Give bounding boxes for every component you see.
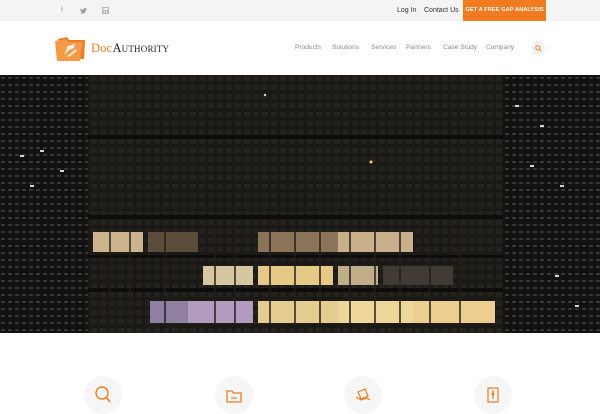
login-link[interactable]: Log In [397, 0, 416, 21]
contact-us-link[interactable]: Contact Us [424, 0, 459, 21]
feature-timeline[interactable] [474, 376, 512, 414]
magnifier-icon [95, 386, 111, 403]
nav-services[interactable]: Services [371, 21, 396, 75]
feature-folder[interactable] [215, 376, 253, 414]
top-bar: f Log In Contact Us GET A FREE GAP ANALY… [0, 0, 600, 21]
nav-case-study[interactable]: Case Study [443, 21, 477, 75]
linkedin-icon[interactable] [95, 0, 115, 21]
free-gap-analysis-button[interactable]: GET A FREE GAP ANALYSIS [463, 0, 546, 21]
brand-name: DocAuthority [91, 41, 169, 56]
search-button[interactable] [531, 41, 545, 55]
nav-company[interactable]: Company [486, 21, 514, 75]
night-office-illustration [0, 75, 600, 333]
facebook-icon[interactable]: f [52, 0, 72, 21]
nav-products[interactable]: Products [295, 21, 321, 75]
logo-mark-icon [55, 37, 85, 61]
site-header: DocAuthority Products Solutions Services… [0, 21, 600, 75]
feature-magnifier[interactable] [84, 376, 122, 414]
twitter-icon[interactable] [73, 0, 93, 21]
nav-solutions[interactable]: Solutions [332, 21, 359, 75]
timeline-icon [487, 387, 499, 403]
hero-image [0, 75, 600, 333]
nav-partners[interactable]: Partners [406, 21, 431, 75]
search-icon [534, 44, 542, 52]
documents-hand-icon [355, 388, 371, 401]
doc-authority-logo[interactable]: DocAuthority [55, 35, 169, 61]
brand-name-part1: Doc [91, 40, 113, 55]
folder-icon [226, 390, 242, 403]
brand-name-part2: Authority [112, 40, 170, 55]
feature-documents[interactable] [344, 376, 382, 414]
